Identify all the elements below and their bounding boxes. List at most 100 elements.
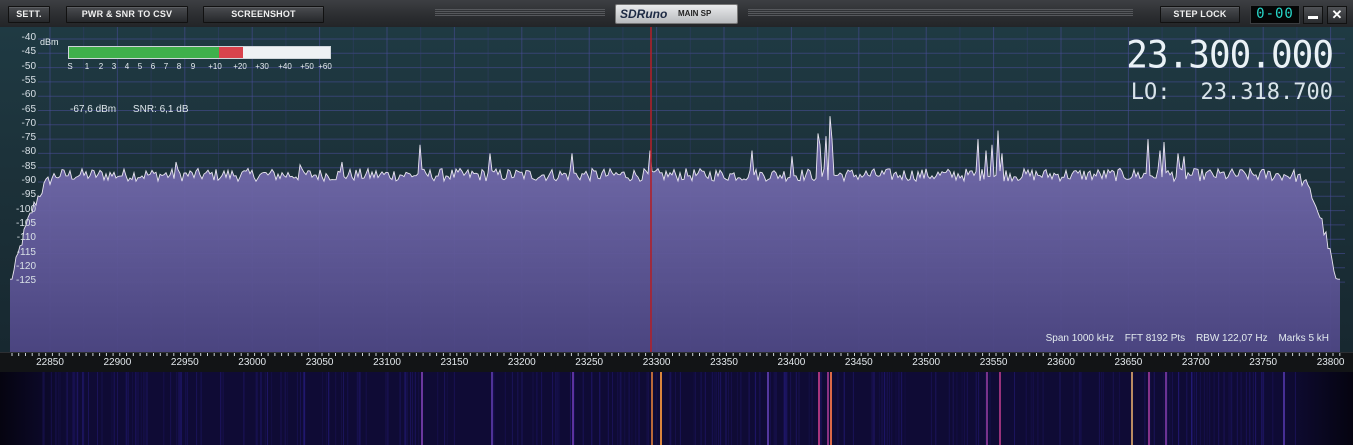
power-reading: -67,6 dBm <box>70 104 117 115</box>
pwr-snr-csv-button[interactable]: PWR & SNR TO CSV <box>66 6 188 23</box>
close-button[interactable]: ✕ <box>1327 6 1347 24</box>
waterfall-noise-streak <box>341 372 342 445</box>
waterfall-noise-streak <box>82 372 83 445</box>
waterfall-noise-streak <box>411 372 413 445</box>
waterfall-noise-streak <box>387 372 389 445</box>
drag-grip-left[interactable] <box>435 9 605 18</box>
waterfall-signal-streak <box>1283 372 1285 445</box>
waterfall-noise-streak <box>1240 372 1242 445</box>
waterfall-noise-streak <box>1119 372 1121 445</box>
waterfall-noise-streak <box>1078 372 1080 445</box>
waterfall-noise-streak <box>1025 372 1027 445</box>
waterfall-noise-streak <box>758 372 760 445</box>
waterfall-noise-streak <box>177 372 179 445</box>
title-bar[interactable]: SETT. PWR & SNR TO CSV SCREENSHOT SDRuno… <box>0 0 1353 28</box>
x-axis-label: 23350 <box>710 357 738 368</box>
waterfall-noise-streak <box>769 372 771 445</box>
x-axis-label: 23500 <box>912 357 941 368</box>
waterfall-noise-streak <box>648 372 649 445</box>
y-axis-label: -100 <box>15 203 36 215</box>
waterfall-noise-streak <box>963 372 965 445</box>
waterfall-noise-streak <box>50 372 52 445</box>
waterfall-noise-streak <box>1236 372 1238 445</box>
lo-label: LO: <box>1130 80 1171 105</box>
waterfall-noise-streak <box>1153 372 1155 445</box>
waterfall-noise-streak <box>347 372 349 445</box>
waterfall-noise-streak <box>728 372 729 445</box>
waterfall-signal-streak <box>572 372 574 445</box>
waterfall-noise-streak <box>612 372 613 445</box>
waterfall-noise-streak <box>504 372 506 445</box>
waterfall-noise-streak <box>1163 372 1165 445</box>
waterfall-noise-streak <box>1042 372 1044 445</box>
waterfall-noise-streak <box>873 372 875 445</box>
waterfall-noise-streak <box>607 372 609 445</box>
waterfall-noise-streak <box>255 372 257 445</box>
minimize-button[interactable] <box>1303 6 1323 24</box>
waterfall-noise-streak <box>1218 372 1220 445</box>
screenshot-button[interactable]: SCREENSHOT <box>203 6 324 23</box>
waterfall-noise-streak <box>1098 372 1100 445</box>
waterfall-signal-streak <box>1131 372 1133 445</box>
s-meter-tick: 7 <box>163 62 169 71</box>
sdruno-main-spectrum-window: SETT. PWR & SNR TO CSV SCREENSHOT SDRuno… <box>0 0 1353 445</box>
waterfall-noise-streak <box>895 372 897 445</box>
waterfall-noise-streak <box>446 372 448 445</box>
y-axis-label: -90 <box>21 175 36 186</box>
waterfall-noise-streak <box>646 372 648 445</box>
s-meter-tick: 1 <box>84 62 90 71</box>
waterfall-noise-streak <box>720 372 721 445</box>
x-axis-label: 23000 <box>238 357 267 368</box>
y-axis-label: -110 <box>16 232 36 244</box>
y-axis-label: -65 <box>21 103 36 115</box>
s-meter-tick: 4 <box>124 62 130 71</box>
step-lock-button[interactable]: STEP LOCK <box>1160 6 1240 23</box>
waterfall-noise-streak <box>101 372 103 445</box>
x-axis-label: 23200 <box>507 357 536 368</box>
s-meter-tick: 2 <box>98 62 104 71</box>
waterfall-noise-streak <box>170 372 172 445</box>
brand-badge: SDRuno MAIN SP <box>615 4 738 24</box>
y-axis-label: -95 <box>21 189 36 201</box>
waterfall-noise-streak <box>852 372 854 445</box>
waterfall-noise-streak <box>72 372 74 445</box>
waterfall-noise-streak <box>1261 372 1263 445</box>
waterfall-noise-streak <box>1272 372 1274 445</box>
waterfall-noise-streak <box>872 372 874 445</box>
waterfall-noise-streak <box>74 372 76 445</box>
waterfall-noise-streak <box>136 372 138 445</box>
waterfall-noise-streak <box>730 372 732 445</box>
waterfall-noise-streak <box>670 372 672 445</box>
x-axis-label: 23150 <box>440 357 469 368</box>
waterfall-noise-streak <box>138 372 140 445</box>
waterfall-noise-streak <box>882 372 884 445</box>
waterfall-noise-streak <box>59 372 61 445</box>
x-axis-label: 23450 <box>844 357 873 368</box>
vfo-frequency-display[interactable]: 23.300.000 <box>1126 34 1334 77</box>
waterfall-noise-streak <box>843 372 845 445</box>
dbm-unit-label: dBm <box>40 37 59 47</box>
spectrum-display[interactable]: -40 -45 -50 -55 -60 -65 -70 -75 -80 -85 -90 -95 -100… <box>0 27 1353 352</box>
waterfall-noise-streak <box>511 372 513 445</box>
waterfall-noise-streak <box>111 372 113 445</box>
waterfall-display[interactable] <box>0 372 1353 445</box>
waterfall-noise-streak <box>1249 372 1251 445</box>
waterfall-noise-streak <box>1073 372 1075 445</box>
waterfall-noise-streak <box>1252 372 1254 445</box>
s-meter-bar <box>68 46 331 59</box>
waterfall-noise-streak <box>322 372 323 445</box>
waterfall-noise-streak <box>303 372 305 445</box>
waterfall-noise-streak <box>1144 372 1146 445</box>
drag-grip-right[interactable] <box>748 9 1133 18</box>
waterfall-noise-streak <box>42 372 44 445</box>
marks-info: Marks 5 kH <box>1278 333 1329 344</box>
waterfall-noise-streak <box>582 372 584 445</box>
lo-frequency-display[interactable]: 23.318.700 <box>1201 80 1333 105</box>
waterfall-noise-streak <box>76 372 78 445</box>
rbw-info: RBW 122,07 Hz <box>1195 333 1268 344</box>
snr-reading: SNR: 6,1 dB <box>132 104 189 115</box>
waterfall-noise-streak <box>1102 372 1104 445</box>
frequency-axis[interactable]: 22850 22900 22950 23000 23050 23100 23150 23200… <box>0 352 1353 373</box>
waterfall-noise-streak <box>414 372 416 445</box>
settings-button[interactable]: SETT. <box>8 6 50 23</box>
